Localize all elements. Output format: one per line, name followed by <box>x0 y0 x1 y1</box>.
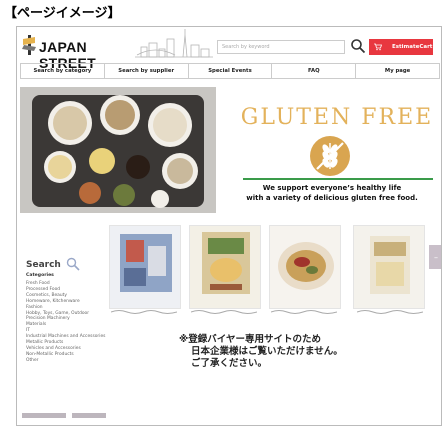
search-icon[interactable] <box>350 38 366 54</box>
hero-divider <box>243 178 433 180</box>
category-sidebar: Search Categories Fresh Food Processed F… <box>20 253 108 425</box>
product-card[interactable] <box>269 225 341 309</box>
search-input[interactable]: Search by keyword <box>217 40 345 54</box>
tagline-line-2: with a variety of delicious gluten free … <box>246 194 418 202</box>
category-list: Fresh Food Processed Food Cosmetics, Bea… <box>26 281 108 364</box>
wheat-icon <box>310 136 350 176</box>
nav-faq[interactable]: FAQ <box>272 64 357 78</box>
categories-heading: Categories <box>26 273 54 278</box>
hero-tagline: We support everyone’s healthy life with … <box>223 183 441 203</box>
notice-line-2: 日本企業様はご覧いただけません。 <box>191 346 343 357</box>
site-logo[interactable]: JAPAN STREET <box>21 33 131 71</box>
search-icon[interactable] <box>66 257 80 271</box>
hero-food-photo[interactable] <box>20 87 216 213</box>
product-card[interactable] <box>109 225 181 309</box>
category-item[interactable]: Other <box>26 358 108 364</box>
skyline-illustration <box>135 29 213 58</box>
nav-special-events[interactable]: Special Events <box>189 64 273 78</box>
site-frame: JAPAN STREET Search by keyword EstimateC… <box>16 26 442 426</box>
sidebar-scroll-bar[interactable] <box>22 413 106 418</box>
nav-my-page[interactable]: My page <box>356 64 439 78</box>
product-card[interactable] <box>189 225 261 309</box>
sidebar-scroll-thumb[interactable] <box>66 411 72 420</box>
product-image <box>190 226 260 308</box>
estimate-cart-button[interactable]: EstimateCart <box>369 39 433 55</box>
cart-label: EstimateCart <box>392 44 433 50</box>
nav-search-by-supplier[interactable]: Search by supplier <box>105 64 189 78</box>
cart-icon <box>374 43 382 51</box>
grain-bowls-image <box>20 87 216 213</box>
product-caption <box>111 310 177 314</box>
page-label: 【ページイメージ】 <box>4 6 121 21</box>
japan-street-flag-icon <box>22 35 36 55</box>
product-caption <box>357 310 423 314</box>
tagline-line-1: We support everyone’s healthy life <box>262 184 402 192</box>
product-image <box>354 226 424 308</box>
product-image <box>110 226 180 308</box>
buyer-only-notice: ※登録バイヤー専用サイトのため 日本企業様はご覧いただけません。 ご了承ください… <box>179 334 343 370</box>
nav-search-by-category[interactable]: Search by category <box>21 64 105 78</box>
notice-line-3: ご了承ください。 <box>191 358 268 369</box>
hero-title: GLUTEN FREE <box>240 105 434 130</box>
notice-line-1: ※登録バイヤー専用サイトのため <box>179 334 321 345</box>
product-caption <box>191 310 257 314</box>
main-nav: Search by category Search by supplier Sp… <box>20 63 440 79</box>
carousel-next-tab[interactable]: – <box>429 245 441 269</box>
product-card[interactable] <box>353 225 425 309</box>
product-caption <box>271 310 337 314</box>
sidebar-title: Search <box>26 260 61 270</box>
product-image <box>270 226 340 308</box>
